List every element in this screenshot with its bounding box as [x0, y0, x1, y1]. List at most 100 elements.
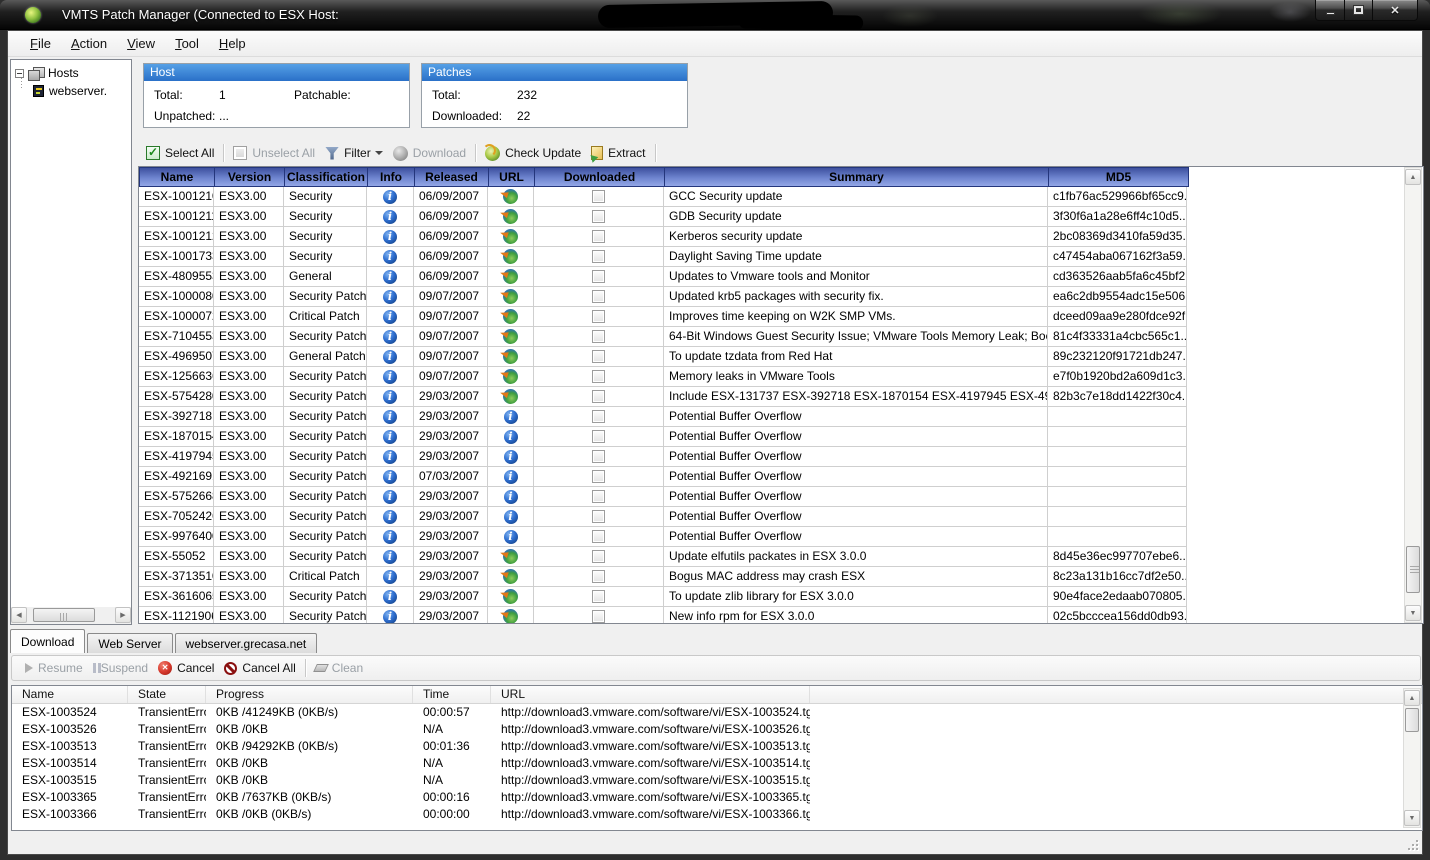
column-header[interactable]: Progress	[206, 686, 413, 703]
patch-row[interactable]: ESX-392718 ESX3.00 Security Patch i 29/0…	[139, 407, 1188, 427]
info-icon[interactable]: i	[383, 390, 397, 404]
info-icon[interactable]: i	[383, 490, 397, 504]
info-icon[interactable]: i	[383, 410, 397, 424]
info-icon[interactable]: i	[383, 370, 397, 384]
menu-item[interactable]: View	[117, 32, 165, 55]
minimize-button[interactable]	[1315, 0, 1345, 21]
maximize-button[interactable]	[1344, 0, 1373, 21]
scroll-thumb[interactable]	[1405, 708, 1419, 732]
downloaded-checkbox[interactable]	[592, 530, 605, 543]
tab-download[interactable]: Download	[10, 629, 85, 653]
url-globe-icon[interactable]	[503, 269, 518, 284]
downloaded-checkbox[interactable]	[592, 570, 605, 583]
downloaded-checkbox[interactable]	[592, 550, 605, 563]
downloaded-checkbox[interactable]	[592, 350, 605, 363]
patch-row[interactable]: ESX-1000080 ESX3.00 Security Patch i 09/…	[139, 287, 1188, 307]
tab-webserver-grecasa-net[interactable]: webserver.grecasa.net	[175, 633, 318, 653]
column-header[interactable]: Name	[140, 168, 215, 186]
url-globe-icon[interactable]	[503, 249, 518, 264]
info-icon[interactable]: i	[383, 190, 397, 204]
download-row[interactable]: ESX-1003514 TransientError 0KB /0KB N/A …	[12, 755, 1422, 772]
info-icon[interactable]: i	[383, 250, 397, 264]
url-info-icon[interactable]: i	[504, 490, 518, 504]
download-row[interactable]: ESX-1003526 TransientError 0KB /0KB N/A …	[12, 721, 1422, 738]
column-header[interactable]	[810, 686, 1422, 703]
url-globe-icon[interactable]	[503, 289, 518, 304]
downloaded-checkbox[interactable]	[592, 590, 605, 603]
suspend-button[interactable]: Suspend	[88, 659, 153, 677]
patch-row[interactable]: ESX-4969507 ESX3.00 General Patch i 09/0…	[139, 347, 1188, 367]
info-icon[interactable]: i	[383, 430, 397, 444]
resize-grip-icon[interactable]	[1406, 838, 1419, 851]
download-row[interactable]: ESX-1003524 TransientError 0KB /41249KB …	[12, 704, 1422, 721]
column-header[interactable]: Info	[368, 168, 415, 186]
scroll-down-button[interactable]: ▼	[1405, 605, 1421, 621]
info-icon[interactable]: i	[383, 210, 397, 224]
column-header[interactable]: Time	[413, 686, 491, 703]
check-update-button[interactable]: Check Update	[480, 144, 586, 163]
url-globe-icon[interactable]	[503, 549, 518, 564]
scroll-down-button[interactable]: ▼	[1404, 810, 1420, 826]
downloaded-checkbox[interactable]	[592, 190, 605, 203]
downloaded-checkbox[interactable]	[592, 430, 605, 443]
scroll-right-button[interactable]: ▶	[115, 607, 131, 623]
column-header[interactable]: Downloaded	[535, 168, 665, 186]
column-header[interactable]: URL	[489, 168, 535, 186]
cancel-button[interactable]: ✕ Cancel	[153, 659, 219, 677]
download-row[interactable]: ESX-1003513 TransientError 0KB /94292KB …	[12, 738, 1422, 755]
url-globe-icon[interactable]	[503, 349, 518, 364]
column-header[interactable]: Name	[12, 686, 128, 703]
downloaded-checkbox[interactable]	[592, 510, 605, 523]
patch-row[interactable]: ESX-1001212 ESX3.00 Security i 06/09/200…	[139, 227, 1188, 247]
column-header[interactable]: Released	[415, 168, 489, 186]
info-icon[interactable]: i	[383, 310, 397, 324]
info-icon[interactable]: i	[383, 610, 397, 624]
info-icon[interactable]: i	[383, 230, 397, 244]
url-info-icon[interactable]: i	[504, 450, 518, 464]
url-globe-icon[interactable]	[503, 329, 518, 344]
scroll-thumb[interactable]	[33, 608, 95, 622]
column-header[interactable]: MD5	[1049, 168, 1188, 186]
url-info-icon[interactable]: i	[504, 470, 518, 484]
patch-row[interactable]: ESX-5752668 ESX3.00 Security Patch i 29/…	[139, 487, 1188, 507]
scroll-thumb[interactable]	[1406, 546, 1420, 593]
downloaded-checkbox[interactable]	[592, 290, 605, 303]
patch-row[interactable]: ESX-1121906 ESX3.00 Security Patch i 29/…	[139, 607, 1188, 624]
downloaded-checkbox[interactable]	[592, 610, 605, 623]
url-info-icon[interactable]: i	[504, 510, 518, 524]
url-info-icon[interactable]: i	[504, 530, 518, 544]
download-row[interactable]: ESX-1003515 TransientError 0KB /0KB N/A …	[12, 772, 1422, 789]
patch-row[interactable]: ESX-7104553 ESX3.00 Security Patch i 09/…	[139, 327, 1188, 347]
patch-row[interactable]: ESX-4921691 ESX3.00 Security Patch i 07/…	[139, 467, 1188, 487]
downloaded-checkbox[interactable]	[592, 270, 605, 283]
patch-row[interactable]: ESX-7052426 ESX3.00 Security Patch i 29/…	[139, 507, 1188, 527]
patch-row[interactable]: ESX-9976400 ESX3.00 Security Patch i 29/…	[139, 527, 1188, 547]
url-globe-icon[interactable]	[503, 569, 518, 584]
tree-node-hosts[interactable]: Hosts	[15, 66, 131, 80]
cancel-all-button[interactable]: Cancel All	[219, 659, 300, 677]
collapse-icon[interactable]	[15, 69, 24, 78]
menu-item[interactable]: Tool	[165, 32, 209, 55]
url-globe-icon[interactable]	[503, 309, 518, 324]
menu-item[interactable]: Action	[61, 32, 117, 55]
tab-web-server[interactable]: Web Server	[87, 633, 172, 653]
info-icon[interactable]: i	[383, 450, 397, 464]
downloaded-checkbox[interactable]	[592, 390, 605, 403]
info-icon[interactable]: i	[383, 550, 397, 564]
column-header[interactable]: Version	[215, 168, 285, 186]
url-globe-icon[interactable]	[503, 609, 518, 624]
patch-row[interactable]: ESX-4197945 ESX3.00 Security Patch i 29/…	[139, 447, 1188, 467]
patch-row[interactable]: ESX-1001210 ESX3.00 Security i 06/09/200…	[139, 187, 1188, 207]
patch-row[interactable]: ESX-1870154 ESX3.00 Security Patch i 29/…	[139, 427, 1188, 447]
downloaded-checkbox[interactable]	[592, 210, 605, 223]
tree-horizontal-scrollbar[interactable]: ◀ ▶	[11, 607, 131, 624]
menu-item[interactable]: File	[20, 32, 61, 55]
tree-node-webserver[interactable]: webserver.	[33, 84, 131, 98]
info-icon[interactable]: i	[383, 510, 397, 524]
clean-button[interactable]: Clean	[310, 659, 368, 677]
patch-row[interactable]: ESX-4809553 ESX3.00 General i 06/09/2007…	[139, 267, 1188, 287]
download-row[interactable]: ESX-1003365 TransientError 0KB /7637KB (…	[12, 789, 1422, 806]
column-header[interactable]: Summary	[665, 168, 1049, 186]
column-header[interactable]: URL	[491, 686, 810, 703]
close-button[interactable]: ✕	[1372, 0, 1418, 21]
